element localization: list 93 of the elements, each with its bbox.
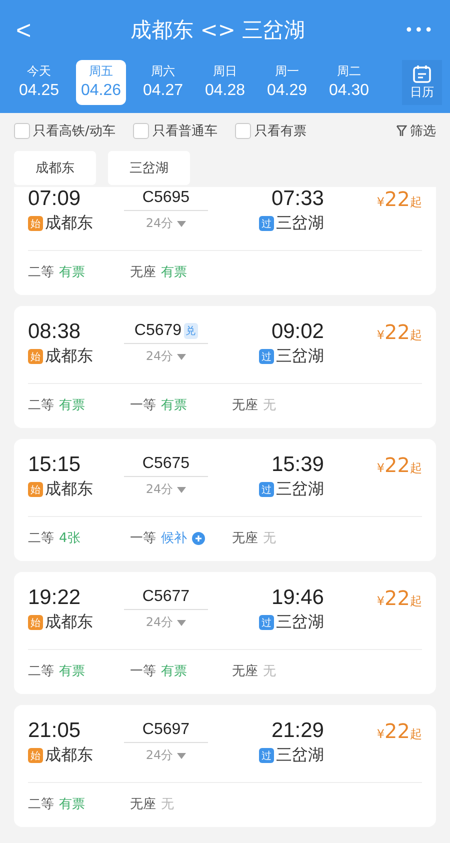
train-number: C5697 bbox=[142, 721, 190, 739]
train-card[interactable]: 21:05 始 成都东 C5697 24分 21:29 过 三岔湖 ¥22 起 二等 有票 无座 无 bbox=[14, 705, 436, 827]
seat-availability: 无 bbox=[263, 663, 276, 680]
seat-availability: 无 bbox=[263, 397, 276, 414]
train-number: C5679 bbox=[134, 322, 182, 340]
arrival-station: 三岔湖 bbox=[276, 612, 324, 633]
train-card[interactable]: 08:38 始 成都东 C5679 兑 24分 09:02 过 三岔湖 ¥22 起 二等 有票 一等 有票 无座 无 bbox=[14, 306, 436, 428]
arrival-station: 三岔湖 bbox=[276, 346, 324, 367]
price: ¥22 起 bbox=[376, 453, 422, 477]
arrival-time: 07:33 bbox=[271, 187, 324, 211]
train-number: C5677 bbox=[142, 588, 190, 606]
price: ¥22 起 bbox=[376, 719, 422, 743]
filter-button[interactable]: 筛选 bbox=[396, 122, 436, 140]
price: ¥22 起 bbox=[376, 586, 422, 610]
seat-availability: 有票 bbox=[59, 264, 85, 281]
origin-tag: 始 bbox=[28, 482, 43, 497]
duration: 24分 bbox=[146, 215, 174, 232]
page-title: 成都东 <> 三岔湖 bbox=[130, 17, 306, 44]
duration: 24分 bbox=[146, 614, 174, 631]
seat-availability: 候补 bbox=[161, 530, 187, 547]
seat-class: 二等 bbox=[28, 397, 54, 414]
duration: 24分 bbox=[146, 481, 174, 498]
departure-time: 07:09 bbox=[28, 187, 82, 211]
origin-tag: 始 bbox=[28, 748, 43, 763]
departure-station: 成都东 bbox=[45, 745, 93, 766]
filter-checkbox[interactable]: 只看高铁/动车 bbox=[14, 122, 116, 140]
seat-availability: 有票 bbox=[59, 663, 85, 680]
seat-class: 无座 bbox=[130, 264, 156, 281]
seat-availability: 有票 bbox=[161, 264, 187, 281]
dropdown-icon bbox=[177, 620, 186, 626]
pass-tag: 过 bbox=[259, 748, 274, 763]
filter-checkbox[interactable]: 只看有票 bbox=[235, 122, 306, 140]
arrival-time: 19:46 bbox=[271, 586, 324, 610]
origin-tag: 始 bbox=[28, 615, 43, 630]
filter-icon bbox=[396, 125, 407, 137]
seat-class: 二等 bbox=[28, 663, 54, 680]
calendar-button[interactable]: 日历 bbox=[402, 60, 442, 105]
departure-time: 19:22 bbox=[28, 586, 82, 610]
departure-station: 成都东 bbox=[45, 612, 93, 633]
price: ¥22 起 bbox=[376, 320, 422, 344]
train-number: C5675 bbox=[142, 455, 190, 473]
seat-class: 无座 bbox=[130, 796, 156, 813]
departure-time: 21:05 bbox=[28, 719, 82, 743]
dropdown-icon bbox=[177, 752, 186, 758]
price: ¥22 起 bbox=[376, 187, 422, 211]
departure-time: 15:15 bbox=[28, 453, 82, 477]
seat-class: 一等 bbox=[130, 530, 156, 547]
departure-station: 成都东 bbox=[45, 479, 93, 500]
seat-class: 二等 bbox=[28, 530, 54, 547]
seat-class: 无座 bbox=[232, 530, 258, 547]
seat-availability: 无 bbox=[263, 530, 276, 547]
seat-availability: 4张 bbox=[59, 530, 80, 547]
arrival-time: 21:29 bbox=[271, 719, 324, 743]
pass-tag: 过 bbox=[259, 615, 274, 630]
seat-class: 一等 bbox=[130, 397, 156, 414]
origin-tag: 始 bbox=[28, 216, 43, 231]
seat-class: 二等 bbox=[28, 796, 54, 813]
departure-station: 成都东 bbox=[45, 346, 93, 367]
arrival-station: 三岔湖 bbox=[276, 213, 324, 234]
departure-station: 成都东 bbox=[45, 213, 93, 234]
dropdown-icon bbox=[177, 220, 186, 226]
station-chip[interactable]: 三岔湖 bbox=[108, 151, 190, 185]
station-chip[interactable]: 成都东 bbox=[14, 151, 96, 185]
dropdown-icon bbox=[177, 486, 186, 492]
arrival-time: 09:02 bbox=[271, 320, 324, 344]
pass-tag: 过 bbox=[259, 349, 274, 364]
arrival-station: 三岔湖 bbox=[276, 479, 324, 500]
arrival-time: 15:39 bbox=[271, 453, 324, 477]
duration: 24分 bbox=[146, 348, 174, 365]
seat-class: 无座 bbox=[232, 663, 258, 680]
pass-tag: 过 bbox=[259, 482, 274, 497]
filter-checkbox[interactable]: 只看普通车 bbox=[133, 122, 218, 140]
seat-availability: 有票 bbox=[59, 397, 85, 414]
seat-availability: 无 bbox=[161, 796, 174, 813]
arrival-station: 三岔湖 bbox=[276, 745, 324, 766]
origin-tag: 始 bbox=[28, 349, 43, 364]
duration: 24分 bbox=[146, 747, 174, 764]
redeem-badge: 兑 bbox=[184, 323, 198, 339]
calendar-icon bbox=[412, 64, 432, 84]
seat-class: 二等 bbox=[28, 264, 54, 281]
pass-tag: 过 bbox=[259, 216, 274, 231]
seat-availability: 有票 bbox=[161, 663, 187, 680]
seat-class: 无座 bbox=[232, 397, 258, 414]
departure-time: 08:38 bbox=[28, 320, 82, 344]
seat-class: 一等 bbox=[130, 663, 156, 680]
train-number: C5695 bbox=[142, 189, 190, 207]
train-card[interactable]: 15:15 始 成都东 C5675 24分 15:39 过 三岔湖 ¥22 起 二等 4张 一等 候补 无座 无 bbox=[14, 439, 436, 561]
seat-availability: 有票 bbox=[59, 796, 85, 813]
dropdown-icon bbox=[177, 354, 186, 360]
train-card[interactable]: 19:22 始 成都东 C5677 24分 19:46 过 三岔湖 ¥22 起 二等 有票 一等 有票 无座 无 bbox=[14, 572, 436, 694]
add-icon[interactable] bbox=[192, 532, 205, 544]
seat-availability: 有票 bbox=[161, 397, 187, 414]
train-card[interactable]: 07:09 始 成都东 C5695 24分 07:33 过 三岔湖 ¥22 起 二等 有票 无座 有票 bbox=[14, 187, 436, 295]
